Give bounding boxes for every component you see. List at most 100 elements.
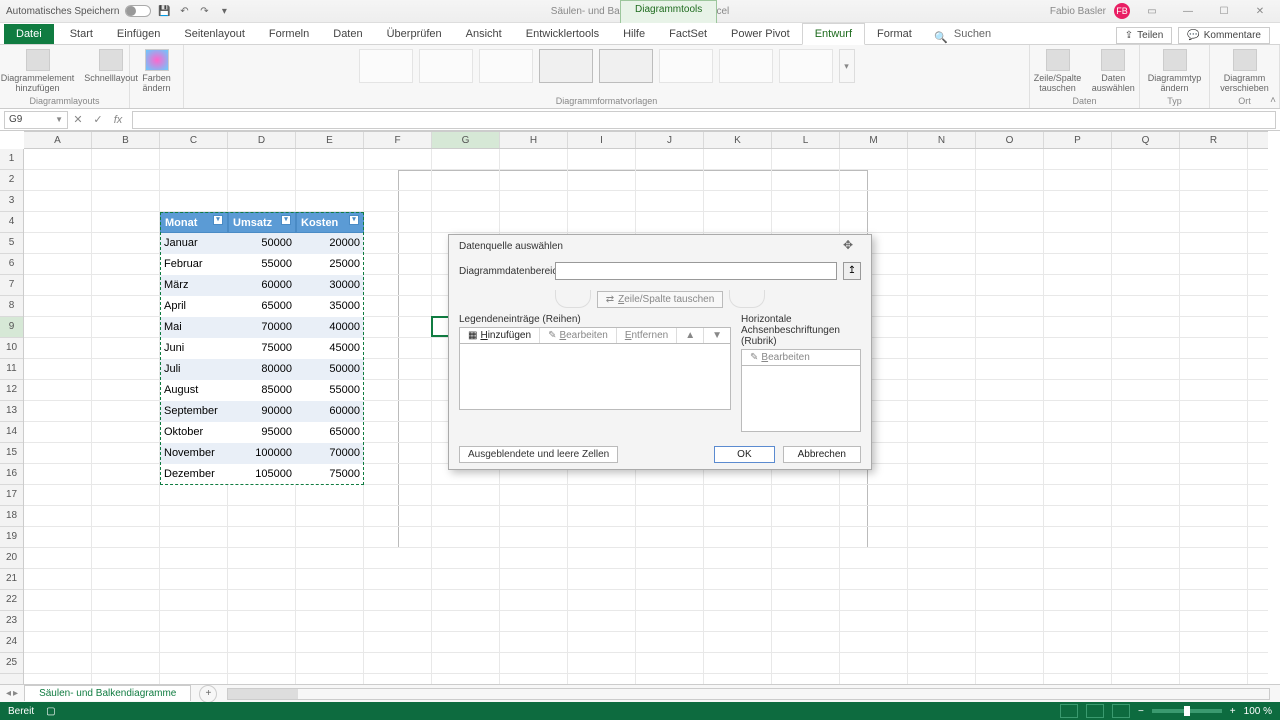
row-head-2[interactable]: 2 [0, 170, 23, 191]
col-head-I[interactable]: I [568, 132, 636, 148]
table-cell[interactable]: 40000 [296, 317, 364, 338]
row-head-15[interactable]: 15 [0, 443, 23, 464]
redo-icon[interactable]: ↷ [197, 4, 211, 18]
row-head-22[interactable]: 22 [0, 590, 23, 611]
sheet-nav-next-icon[interactable]: ▸ [13, 688, 18, 699]
table-cell[interactable]: 80000 [228, 359, 296, 380]
table-cell[interactable]: Juni [160, 338, 228, 359]
table-cell[interactable]: 55000 [228, 254, 296, 275]
chart-style-7[interactable] [719, 49, 773, 83]
switch-row-col-button[interactable]: Zeile/Spalte tauschen [1034, 49, 1082, 93]
col-head-R[interactable]: R [1180, 132, 1248, 148]
chart-style-2[interactable] [419, 49, 473, 83]
chart-styles-gallery[interactable]: ▾ [359, 49, 855, 83]
row-head-11[interactable]: 11 [0, 359, 23, 380]
autosave-toggle[interactable] [125, 5, 151, 17]
table-cell[interactable]: Januar [160, 233, 228, 254]
close-icon[interactable]: ✕ [1246, 2, 1274, 20]
tab-factset[interactable]: FactSet [657, 24, 719, 44]
user-avatar[interactable]: FB [1114, 3, 1130, 19]
table-cell[interactable]: 45000 [296, 338, 364, 359]
row-head-20[interactable]: 20 [0, 548, 23, 569]
sheet-tab[interactable]: Säulen- und Balkendiagramme [24, 685, 191, 701]
ok-button[interactable]: OK [714, 446, 774, 463]
table-cell[interactable]: 55000 [296, 380, 364, 401]
row-head-1[interactable]: 1 [0, 149, 23, 170]
legend-add-button[interactable]: ▦Hinzufügen [460, 328, 540, 343]
col-head-G[interactable]: G [432, 132, 500, 148]
legend-listbox[interactable] [459, 344, 731, 410]
qat-more-icon[interactable]: ▾ [217, 4, 231, 18]
row-head-5[interactable]: 5 [0, 233, 23, 254]
col-head-L[interactable]: L [772, 132, 840, 148]
row-head-8[interactable]: 8 [0, 296, 23, 317]
cancel-fx-icon[interactable]: ✕ [68, 113, 88, 126]
zoom-in-icon[interactable]: + [1230, 706, 1236, 717]
tab-review[interactable]: Überprüfen [375, 24, 454, 44]
tab-developer[interactable]: Entwicklertools [514, 24, 611, 44]
table-cell[interactable]: Mai [160, 317, 228, 338]
row-head-12[interactable]: 12 [0, 380, 23, 401]
row-head-21[interactable]: 21 [0, 569, 23, 590]
table-cell[interactable]: 75000 [296, 464, 364, 485]
table-cell[interactable]: 70000 [228, 317, 296, 338]
filter-icon[interactable]: ▾ [281, 215, 291, 225]
chart-styles-more[interactable]: ▾ [839, 49, 855, 83]
table-cell[interactable]: 65000 [228, 296, 296, 317]
view-normal-icon[interactable] [1060, 704, 1078, 718]
tab-powerpivot[interactable]: Power Pivot [719, 24, 802, 44]
table-cell[interactable]: 60000 [228, 275, 296, 296]
table-cell[interactable]: 25000 [296, 254, 364, 275]
table-cell[interactable]: 100000 [228, 443, 296, 464]
zoom-level[interactable]: 100 % [1244, 706, 1272, 717]
chart-data-range-input[interactable] [555, 262, 837, 280]
search-icon[interactable]: 🔍 [934, 30, 948, 44]
macro-record-icon[interactable]: ▢ [46, 706, 55, 717]
comments-button[interactable]: 💬Kommentare [1178, 27, 1270, 44]
row-head-14[interactable]: 14 [0, 422, 23, 443]
tab-file[interactable]: Datei [4, 24, 54, 44]
table-cell[interactable]: 90000 [228, 401, 296, 422]
tab-insert[interactable]: Einfügen [105, 24, 172, 44]
tab-view[interactable]: Ansicht [454, 24, 514, 44]
table-header[interactable]: Kosten▾ [296, 212, 364, 233]
table-cell[interactable]: Dezember [160, 464, 228, 485]
tab-pagelayout[interactable]: Seitenlayout [172, 24, 257, 44]
row-head-17[interactable]: 17 [0, 485, 23, 506]
fx-icon[interactable]: fx [108, 114, 128, 126]
range-picker-icon[interactable]: ↥ [843, 262, 861, 280]
row-head-24[interactable]: 24 [0, 632, 23, 653]
col-head-N[interactable]: N [908, 132, 976, 148]
col-head-M[interactable]: M [840, 132, 908, 148]
table-cell[interactable]: 85000 [228, 380, 296, 401]
row-head-25[interactable]: 25 [0, 653, 23, 674]
chart-style-4[interactable] [539, 49, 593, 83]
tab-data[interactable]: Daten [321, 24, 374, 44]
row-head-10[interactable]: 10 [0, 338, 23, 359]
table-cell[interactable]: November [160, 443, 228, 464]
col-head-C[interactable]: C [160, 132, 228, 148]
table-cell[interactable]: 50000 [296, 359, 364, 380]
enter-fx-icon[interactable]: ✓ [88, 113, 108, 126]
undo-icon[interactable]: ↶ [177, 4, 191, 18]
table-cell[interactable]: 35000 [296, 296, 364, 317]
maximize-icon[interactable]: ☐ [1210, 2, 1238, 20]
table-cell[interactable]: 20000 [296, 233, 364, 254]
change-colors-button[interactable]: Farben ändern [135, 49, 179, 93]
col-head-A[interactable]: A [24, 132, 92, 148]
zoom-out-icon[interactable]: − [1138, 706, 1144, 717]
table-cell[interactable]: August [160, 380, 228, 401]
table-cell[interactable]: April [160, 296, 228, 317]
chart-style-3[interactable] [479, 49, 533, 83]
hidden-empty-cells-button[interactable]: Ausgeblendete und leere Zellen [459, 446, 618, 463]
change-chart-type-button[interactable]: Diagrammtyp ändern [1148, 49, 1202, 93]
table-header[interactable]: Umsatz▾ [228, 212, 296, 233]
table-header[interactable]: Monat▾ [160, 212, 228, 233]
chart-style-8[interactable] [779, 49, 833, 83]
col-head-F[interactable]: F [364, 132, 432, 148]
add-chart-element-button[interactable]: Diagrammelement hinzufügen [0, 49, 79, 93]
table-cell[interactable]: Februar [160, 254, 228, 275]
col-head-Q[interactable]: Q [1112, 132, 1180, 148]
row-head-7[interactable]: 7 [0, 275, 23, 296]
chart-style-1[interactable] [359, 49, 413, 83]
